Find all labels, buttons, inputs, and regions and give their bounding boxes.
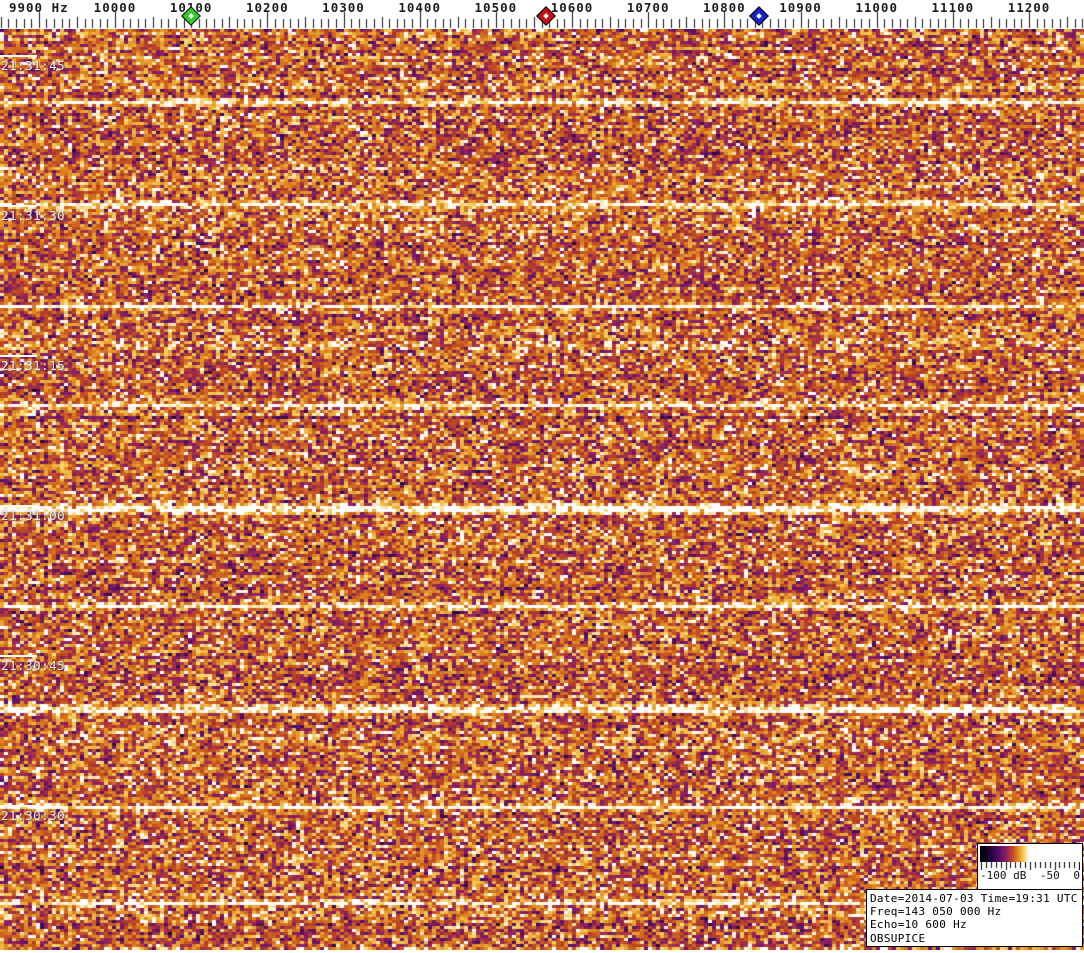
time-label: 21:30:30 <box>1 808 66 823</box>
time-label: 21:31:30 <box>1 208 66 223</box>
freq-tick-label: 10200 <box>246 0 289 15</box>
colorbar-label-min: -100 dB <box>980 869 1027 882</box>
info-line-date: Date=2014-07-03 Time=19:31 UTC <box>870 892 1078 905</box>
time-tick <box>0 55 37 57</box>
time-tick <box>0 805 37 807</box>
green-marker-core <box>188 13 194 19</box>
time-label: 21:31:00 <box>1 508 66 523</box>
freq-tick-label: 11200 <box>1007 0 1051 15</box>
time-label: 21:31:45 <box>1 58 66 73</box>
colorbar-labels: -100 dB -50 0 <box>978 870 1082 882</box>
waterfall-spectrogram[interactable] <box>0 29 1084 950</box>
freq-tick-label: 10300 <box>322 0 365 15</box>
freq-tick-label: 10500 <box>474 0 518 15</box>
time-tick <box>0 205 37 207</box>
freq-tick-label: 10700 <box>626 0 670 15</box>
info-line-observer: OBSUPICE <box>870 931 926 945</box>
freq-tick-label: 10400 <box>398 0 441 15</box>
freq-tick-label: 11100 <box>931 0 975 15</box>
frequency-axis[interactable]: 9900 Hz100001010010200103001040010500106… <box>0 0 1084 29</box>
blue-marker-core <box>755 13 762 19</box>
time-tick <box>0 505 37 507</box>
time-tick <box>0 655 37 657</box>
time-label: 21:31:15 <box>1 358 66 373</box>
info-box: Date=2014-07-03 Time=19:31 UTC Freq=143 … <box>866 889 1083 947</box>
colorbar: -100 dB -50 0 <box>977 843 1083 890</box>
freq-tick-label: 10900 <box>779 0 822 15</box>
info-line-freq: Freq=143 050 000 Hz <box>870 905 1002 919</box>
info-line-echo: Echo=10 600 Hz <box>870 918 967 932</box>
red-marker-core <box>543 13 549 19</box>
time-tick <box>0 355 37 357</box>
freq-tick-label: 9900 Hz <box>8 0 69 15</box>
time-label: 21:30:45 <box>1 658 66 673</box>
colorbar-label-mid: -50 <box>1039 869 1060 882</box>
colorbar-gradient <box>980 846 1080 862</box>
freq-tick-label: 10000 <box>93 0 137 15</box>
colorbar-label-max: 0 <box>1073 869 1080 882</box>
spectrogram-window: 9900 Hz100001010010200103001040010500106… <box>0 0 1084 953</box>
freq-tick-label: 11000 <box>855 0 898 15</box>
freq-tick-label: 10800 <box>703 0 746 15</box>
